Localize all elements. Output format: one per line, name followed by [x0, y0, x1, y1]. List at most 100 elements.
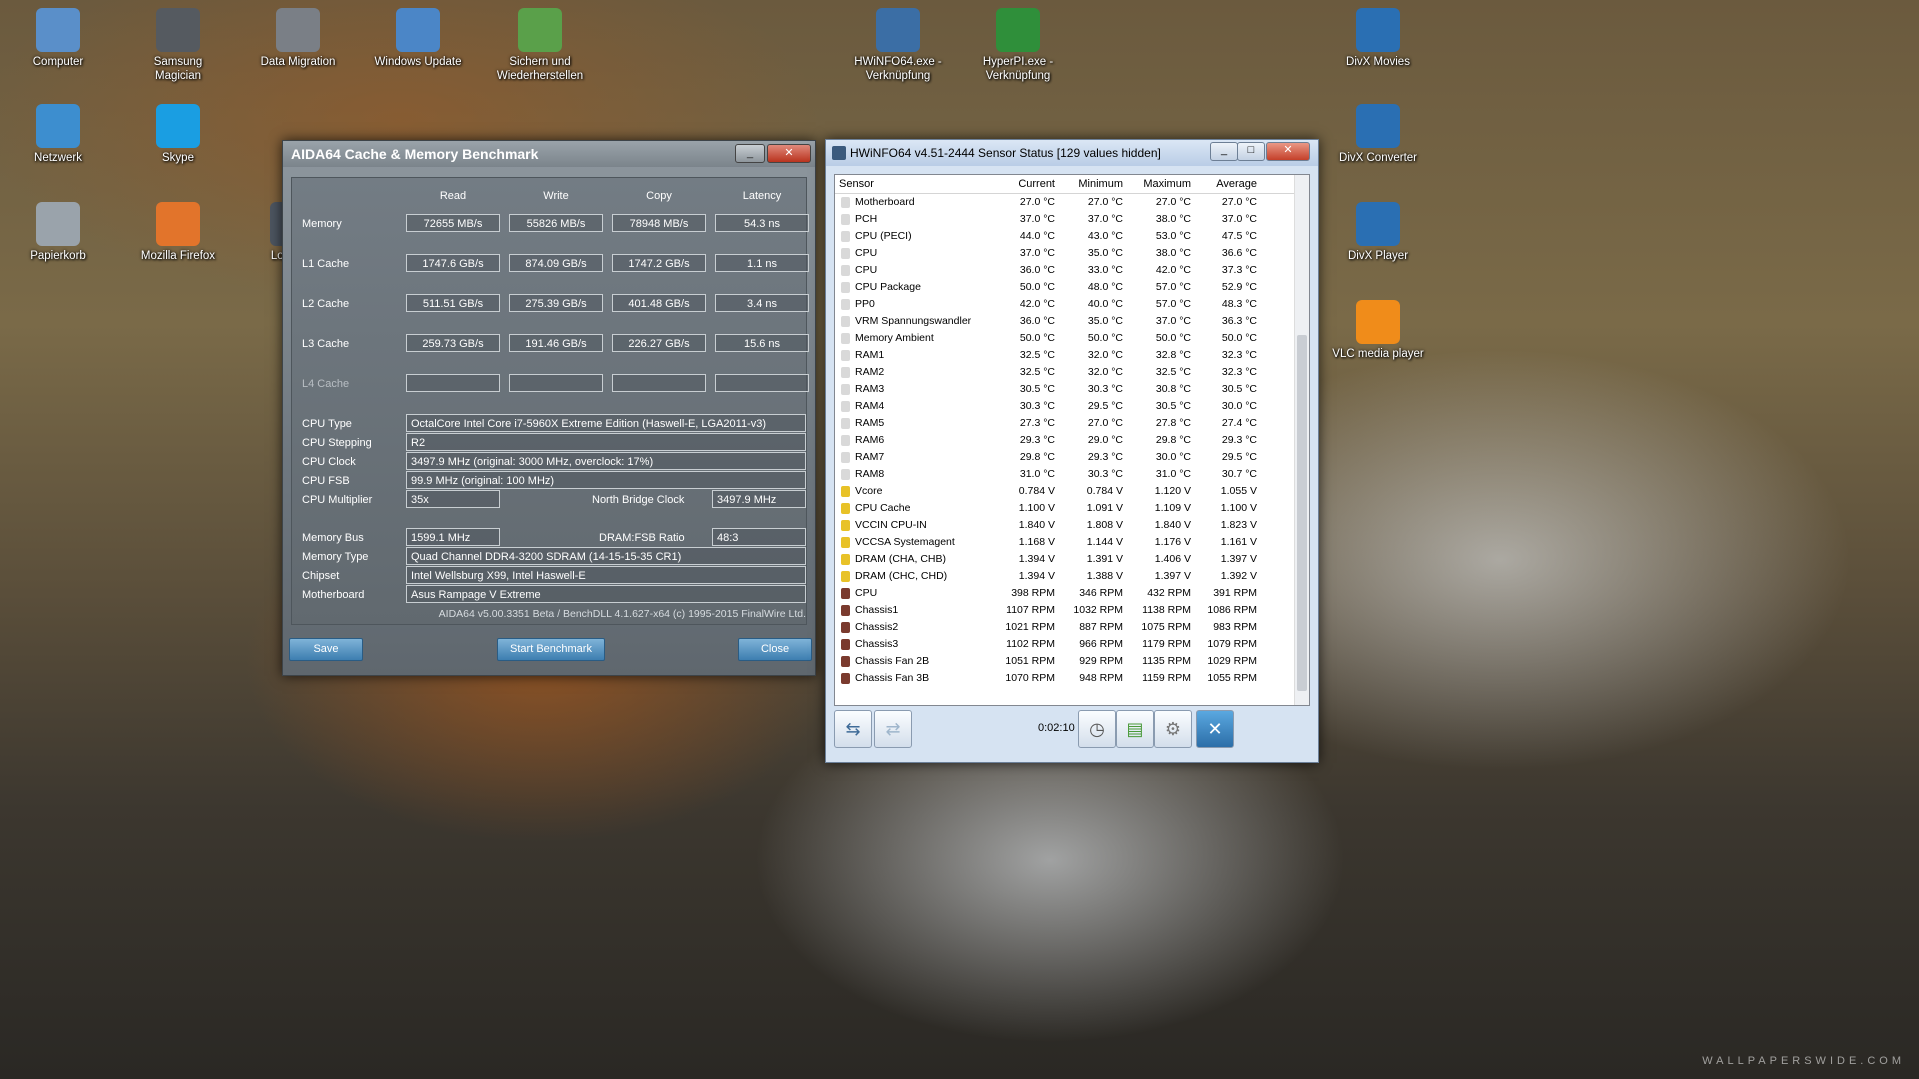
desktop-icon[interactable]: Data Migration: [250, 8, 346, 69]
sensor-value: 983 RPM: [1213, 621, 1257, 633]
sensor-row[interactable]: DRAM (CHC, CHD) 1.394 V 1.388 V 1.397 V 1.39…: [835, 568, 1309, 585]
desktop-icon[interactable]: Papierkorb: [10, 202, 106, 263]
sensor-row[interactable]: RAM3 30.5 °C 30.3 °C 30.8 °C 30.5 °C: [835, 381, 1309, 398]
sensor-value: 30.0 °C: [1221, 400, 1257, 412]
sensor-row[interactable]: PP0 42.0 °C 40.0 °C 57.0 °C 48.3 °C: [835, 296, 1309, 313]
sensor-row[interactable]: VRM Spannungswandler 36.0 °C 35.0 °C 37.0 °…: [835, 313, 1309, 330]
thermometer-icon: [841, 282, 850, 293]
desktop-icon[interactable]: HWiNFO64.exe - Verknüpfung: [850, 8, 946, 83]
close-sensors-icon[interactable]: ✕: [1196, 710, 1234, 748]
sensor-value: 32.3 °C: [1221, 349, 1257, 361]
header-maximum[interactable]: Maximum: [1131, 175, 1191, 193]
desktop-icon-label: Samsung Magician: [153, 56, 203, 82]
sensor-value: 50.0 °C: [1155, 332, 1191, 344]
sensor-row[interactable]: CPU 36.0 °C 33.0 °C 42.0 °C 37.3 °C: [835, 262, 1309, 279]
sensor-row[interactable]: Motherboard 27.0 °C 27.0 °C 27.0 °C 27.0 °C: [835, 194, 1309, 211]
thermometer-icon: [841, 384, 850, 395]
desktop-icon[interactable]: Netzwerk: [10, 104, 106, 165]
sensor-row[interactable]: CPU Package 50.0 °C 48.0 °C 57.0 °C 52.9 °C: [835, 279, 1309, 296]
sensor-row[interactable]: Chassis Fan 3B 1070 RPM 948 RPM 1159 RPM 105…: [835, 670, 1309, 687]
sensor-value: 27.4 °C: [1221, 417, 1257, 429]
shortcut-icon: [276, 8, 320, 52]
desktop-icon[interactable]: VLC media player: [1330, 300, 1426, 361]
close-window-button[interactable]: ✕: [767, 144, 811, 163]
sensor-row[interactable]: VCCIN CPU-IN 1.840 V 1.808 V 1.840 V 1.823 V: [835, 517, 1309, 534]
thermometer-icon: [841, 469, 850, 480]
clock-icon[interactable]: ◷: [1078, 710, 1116, 748]
sensor-row[interactable]: CPU (PECI) 44.0 °C 43.0 °C 53.0 °C 47.5 °C: [835, 228, 1309, 245]
sensor-value: 29.3 °C: [1221, 434, 1257, 446]
sensor-row[interactable]: Chassis2 1021 RPM 887 RPM 1075 RPM 983 RPM: [835, 619, 1309, 636]
sensor-value: 30.3 °C: [1019, 400, 1055, 412]
result-cell: 55826 MB/s: [509, 214, 603, 232]
sensor-row[interactable]: Memory Ambient 50.0 °C 50.0 °C 50.0 °C 50.0 …: [835, 330, 1309, 347]
sensor-row[interactable]: RAM8 31.0 °C 30.3 °C 31.0 °C 30.7 °C: [835, 466, 1309, 483]
sensor-row[interactable]: CPU Cache 1.100 V 1.091 V 1.109 V 1.100 V: [835, 500, 1309, 517]
settings-gear-icon[interactable]: ⚙: [1154, 710, 1192, 748]
sensor-value: 32.5 °C: [1155, 366, 1191, 378]
sensor-row[interactable]: DRAM (CHA, CHB) 1.394 V 1.391 V 1.406 V 1.39…: [835, 551, 1309, 568]
sensor-row[interactable]: Vcore 0.784 V 0.784 V 1.120 V 1.055 V: [835, 483, 1309, 500]
save-button[interactable]: Save: [289, 638, 363, 661]
sensor-value: 38.0 °C: [1155, 247, 1191, 259]
sensor-row[interactable]: PCH 37.0 °C 37.0 °C 38.0 °C 37.0 °C: [835, 211, 1309, 228]
close-window-button[interactable]: ✕: [1266, 142, 1310, 161]
sensor-value: 1.109 V: [1154, 502, 1191, 514]
sensor-value: 32.0 °C: [1087, 349, 1123, 361]
sensor-value: 27.0 °C: [1087, 417, 1123, 429]
desktop-icon-label: Skype: [162, 152, 194, 164]
close-button[interactable]: Close: [738, 638, 812, 661]
sensor-name: Chassis Fan 2B: [855, 655, 930, 667]
sensor-name: CPU: [855, 587, 878, 599]
desktop-icon[interactable]: Computer: [10, 8, 106, 69]
log-file-icon[interactable]: ▤: [1116, 710, 1154, 748]
header-current[interactable]: Current: [995, 175, 1055, 193]
desktop-icon[interactable]: Samsung Magician: [130, 8, 226, 83]
sensor-row[interactable]: RAM1 32.5 °C 32.0 °C 32.8 °C 32.3 °C: [835, 347, 1309, 364]
desktop-icon[interactable]: Windows Update: [370, 8, 466, 69]
sensor-value: 1.388 V: [1086, 570, 1123, 582]
minimize-button[interactable]: _: [1210, 142, 1238, 161]
sensor-row[interactable]: CPU 37.0 °C 35.0 °C 38.0 °C 36.6 °C: [835, 245, 1309, 262]
sensor-row[interactable]: CPU 398 RPM 346 RPM 432 RPM 391 RPM: [835, 585, 1309, 602]
start-benchmark-button[interactable]: Start Benchmark: [497, 638, 605, 661]
desktop-icon[interactable]: Sichern und Wiederherstellen: [492, 8, 588, 83]
sensor-row[interactable]: RAM5 27.3 °C 27.0 °C 27.8 °C 27.4 °C: [835, 415, 1309, 432]
header-minimum[interactable]: Minimum: [1063, 175, 1123, 193]
voltage-icon: [841, 520, 850, 531]
elapsed-time: 0:02:10: [1038, 722, 1075, 734]
sensor-value: 1179 RPM: [1142, 638, 1191, 650]
aida64-window: AIDA64 Cache & Memory Benchmark _ ✕ Read…: [282, 140, 816, 676]
sensor-table[interactable]: Sensor Current Minimum Maximum Average M…: [834, 174, 1310, 706]
sensor-row[interactable]: RAM4 30.3 °C 29.5 °C 30.5 °C 30.0 °C: [835, 398, 1309, 415]
maximize-button[interactable]: □: [1237, 142, 1265, 161]
sensor-row[interactable]: RAM2 32.5 °C 32.0 °C 32.5 °C 32.3 °C: [835, 364, 1309, 381]
scrollbar-thumb[interactable]: [1297, 335, 1307, 691]
memory-type-value: Quad Channel DDR4-3200 SDRAM (14-15-15-3…: [406, 547, 806, 565]
desktop-icon[interactable]: DivX Player: [1330, 202, 1426, 263]
shortcut-icon: [36, 8, 80, 52]
header-sensor[interactable]: Sensor: [839, 175, 874, 193]
header-average[interactable]: Average: [1197, 175, 1257, 193]
sensor-value: 37.0 °C: [1221, 213, 1257, 225]
desktop-icon[interactable]: Mozilla Firefox: [130, 202, 226, 263]
navigate-arrows-icon[interactable]: ⇆: [834, 710, 872, 748]
desktop-icon[interactable]: DivX Converter: [1330, 104, 1426, 165]
row-label: L3 Cache: [302, 338, 350, 350]
sensor-row[interactable]: Chassis1 1107 RPM 1032 RPM 1138 RPM 1086 RPM: [835, 602, 1309, 619]
collapse-arrows-icon[interactable]: ⇄: [874, 710, 912, 748]
desktop-icon[interactable]: HyperPI.exe - Verknüpfung: [970, 8, 1066, 83]
sensor-value: 30.5 °C: [1221, 383, 1257, 395]
vertical-scrollbar[interactable]: [1294, 175, 1309, 705]
desktop-icon[interactable]: DivX Movies: [1330, 8, 1426, 69]
sensor-value: 30.7 °C: [1221, 468, 1257, 480]
sensor-row[interactable]: RAM7 29.8 °C 29.3 °C 30.0 °C 29.5 °C: [835, 449, 1309, 466]
sensor-row[interactable]: Chassis3 1102 RPM 966 RPM 1179 RPM 1079 RPM: [835, 636, 1309, 653]
sensor-value: 42.0 °C: [1019, 298, 1055, 310]
desktop-icon[interactable]: Skype: [130, 104, 226, 165]
desktop-icon-label: DivX Player: [1347, 250, 1409, 262]
sensor-row[interactable]: Chassis Fan 2B 1051 RPM 929 RPM 1135 RPM 102…: [835, 653, 1309, 670]
sensor-row[interactable]: VCCSA Systemagent 1.168 V 1.144 V 1.176 V 1.…: [835, 534, 1309, 551]
minimize-button[interactable]: _: [735, 144, 765, 163]
sensor-row[interactable]: RAM6 29.3 °C 29.0 °C 29.8 °C 29.3 °C: [835, 432, 1309, 449]
